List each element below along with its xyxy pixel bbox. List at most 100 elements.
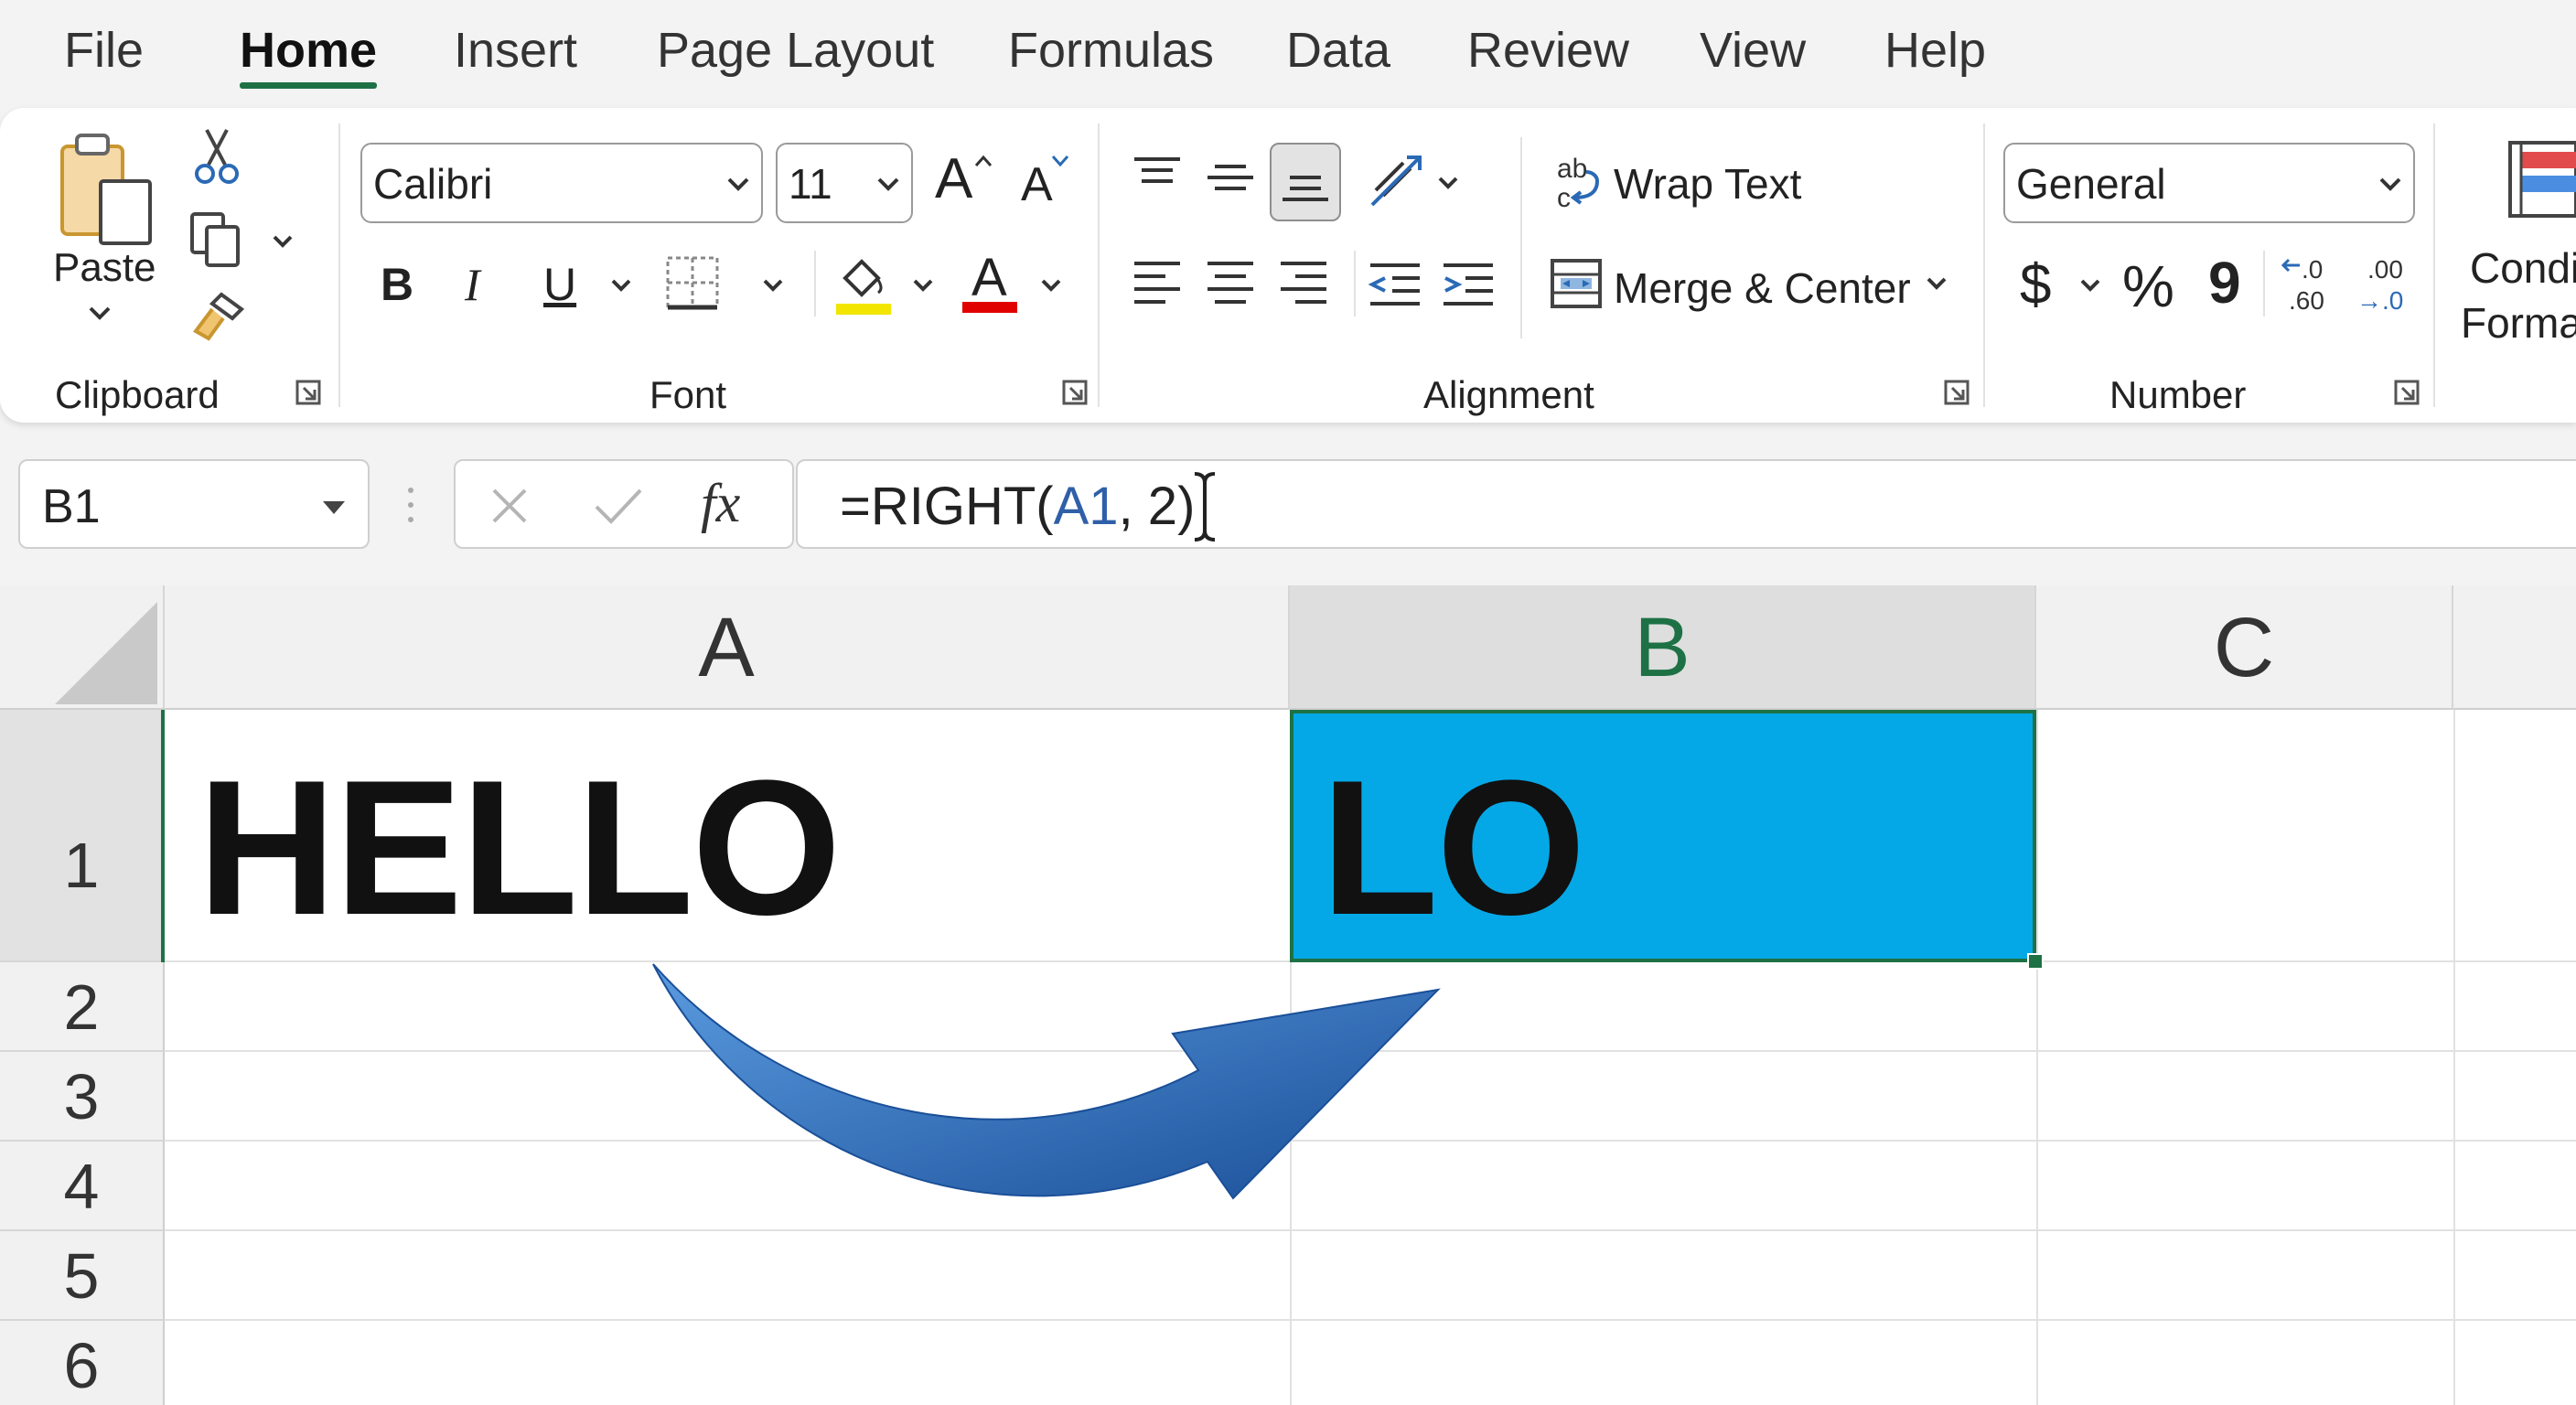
row-header-6[interactable]: 6 [0,1321,165,1405]
underline-button[interactable]: U [543,258,576,311]
wrap-text-button[interactable]: Wrap Text [1614,159,1801,209]
number-format-chevron-icon[interactable] [2377,170,2404,198]
tab-data[interactable]: Data [1286,22,1390,79]
formula-input[interactable]: =RIGHT(A1, 2) [796,459,2576,549]
format-painter-icon[interactable] [188,291,247,346]
bold-button[interactable]: B [381,258,413,311]
orientation-chevron-icon[interactable] [1436,174,1460,192]
font-color-chevron-icon[interactable] [1039,276,1063,295]
percent-button[interactable]: % [2122,252,2174,320]
italic-button[interactable]: I [465,258,480,311]
merge-center-button[interactable]: Merge & Center [1614,263,1911,313]
name-box-value: B1 [42,480,101,533]
comma-style-button[interactable]: 9 [2208,249,2241,316]
borders-chevron-icon[interactable] [761,276,785,295]
conditional-formatting-label-1[interactable]: Condi [2470,243,2576,293]
tab-formulas[interactable]: Formulas [1008,22,1214,79]
number-format-combo[interactable]: General [2003,143,2415,223]
decrease-indent-icon[interactable] [1368,262,1422,307]
font-color-swatch [962,302,1017,313]
top-align-icon[interactable] [1132,156,1182,192]
number-format-value: General [2016,160,2166,208]
font-separator [814,251,816,316]
conditional-formatting-label-2[interactable]: Forma [2461,298,2576,348]
bottom-align-icon[interactable] [1281,170,1330,207]
tab-file[interactable]: File [64,22,144,79]
merge-center-icon[interactable] [1550,258,1603,309]
row-header-3[interactable]: 3 [0,1052,165,1142]
formula-actions: fx [454,459,794,549]
formula-bar-resize-handle-icon[interactable] [404,485,417,525]
clipboard-dialog-launcher-icon[interactable] [295,379,322,406]
tab-home[interactable]: Home [240,22,377,79]
cancel-icon[interactable] [488,485,531,527]
underline-chevron-icon[interactable] [609,276,633,295]
cut-icon[interactable] [194,126,240,187]
fill-color-icon[interactable] [834,252,893,316]
merge-center-chevron-icon[interactable] [1925,274,1948,293]
insert-function-button[interactable]: fx [701,472,740,535]
text-cursor-icon [1191,470,1218,543]
paste-dropdown-chevron-icon[interactable] [86,304,113,322]
row-header-1[interactable]: 1 [0,710,165,962]
conditional-formatting-icon[interactable] [2508,139,2576,220]
formula-text: =RIGHT(A1, 2) [840,476,1195,537]
tab-insert[interactable]: Insert [454,22,577,79]
ribbon-separator [2433,123,2435,407]
cell-b1-selected[interactable]: LO [1290,710,2036,962]
name-box[interactable]: B1 [18,459,370,549]
column-header-d[interactable] [2453,585,2576,710]
font-name-chevron-icon[interactable] [724,170,752,198]
column-header-c[interactable]: C [2036,585,2453,710]
orientation-icon[interactable] [1367,154,1425,209]
increase-decimal-icon[interactable]: .0 .60 [2281,254,2347,316]
tab-help[interactable]: Help [1884,22,1986,79]
decrease-decimal-bottom: →.0 [2356,286,2403,315]
font-group-label: Font [649,373,727,416]
align-center-icon[interactable] [1206,260,1255,306]
number-dialog-launcher-icon[interactable] [2393,379,2420,406]
currency-chevron-icon[interactable] [2078,276,2102,295]
wrap-text-icon[interactable]: ab c [1555,154,1603,213]
column-header-a[interactable]: A [165,585,1290,710]
tab-page-layout[interactable]: Page Layout [657,22,934,79]
column-header-b[interactable]: B [1290,585,2036,710]
font-size-value: 11 [789,160,832,208]
align-left-icon[interactable] [1132,260,1182,306]
paste-icon[interactable] [57,130,157,249]
font-size-chevron-icon[interactable] [875,170,902,198]
name-box-chevron-icon[interactable] [320,498,348,518]
decrease-decimal-icon[interactable]: .00 →.0 [2355,254,2420,316]
row-header-5[interactable]: 5 [0,1231,165,1321]
currency-button[interactable]: $ [2020,252,2051,317]
font-dialog-launcher-icon[interactable] [1061,379,1089,406]
font-size-combo[interactable]: 11 [776,143,913,223]
tab-view[interactable]: View [1700,22,1806,79]
formula-suffix: , 2) [1118,477,1196,536]
copy-dropdown-chevron-icon[interactable] [271,232,295,251]
row-header-4[interactable]: 4 [0,1142,165,1231]
ribbon-separator [1983,123,1985,407]
enter-checkmark-icon[interactable] [593,485,644,527]
font-name-value: Calibri [373,160,493,208]
cell-a1[interactable]: HELLO [198,737,842,959]
middle-align-icon[interactable] [1206,161,1255,198]
tab-review[interactable]: Review [1467,22,1629,79]
fill-color-chevron-icon[interactable] [911,276,935,295]
decrease-font-size-button[interactable]: A [1021,157,1053,212]
font-color-button[interactable]: A [971,247,1007,308]
copy-icon[interactable] [188,210,243,269]
font-name-combo[interactable]: Calibri [360,143,763,223]
increase-font-size-button[interactable]: A [935,146,972,211]
borders-icon[interactable] [664,254,721,311]
fill-handle[interactable] [2027,953,2044,970]
clipboard-group-label: Clipboard [55,373,220,416]
ribbon-separator [338,123,340,407]
alignment-dialog-launcher-icon[interactable] [1943,379,1970,406]
paste-label[interactable]: Paste [53,245,156,291]
select-all-corner[interactable] [0,585,165,710]
increase-indent-icon[interactable] [1442,262,1495,307]
menu-bar: File Home Insert Page Layout Formulas Da… [0,0,2576,102]
align-right-icon[interactable] [1279,260,1328,306]
row-header-2[interactable]: 2 [0,962,165,1052]
